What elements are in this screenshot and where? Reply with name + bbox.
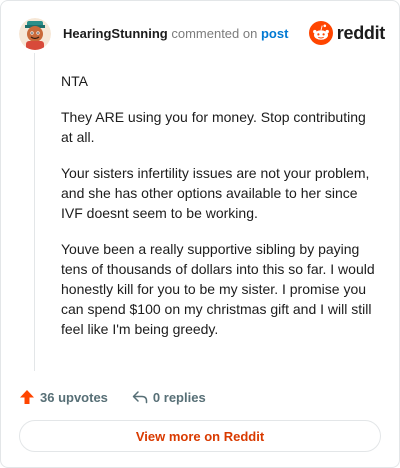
- upvote-arrow-icon: [20, 390, 34, 404]
- view-more-button[interactable]: View more on Reddit: [19, 420, 381, 452]
- reply-count: 0 replies: [152, 389, 206, 405]
- comment-header: HearingStunning commented on post reddit: [19, 15, 385, 51]
- byline-verb: commented on: [171, 26, 258, 41]
- reddit-logo[interactable]: reddit: [308, 20, 386, 46]
- reddit-wordmark: reddit: [336, 22, 386, 43]
- byline: HearingStunning commented on post: [63, 26, 288, 42]
- reply-arrow-icon: [132, 391, 148, 404]
- reddit-comment-embed: HearingStunning commented on post reddit…: [0, 0, 400, 468]
- comment-actions: 36 upvotes 0 replies: [19, 387, 206, 407]
- comment-paragraph: They ARE using you for money. Stop contr…: [61, 109, 366, 145]
- upvote-button[interactable]: 36 upvotes: [19, 389, 108, 405]
- comment-paragraph: NTA: [61, 73, 88, 89]
- username-link[interactable]: HearingStunning: [63, 26, 168, 41]
- comment-paragraph: Youve been a really supportive sibling b…: [61, 241, 375, 337]
- comment-paragraph: Your sisters infertility issues are not …: [61, 165, 370, 221]
- upvote-count: 36 upvotes: [40, 389, 108, 405]
- thread-line: [34, 53, 35, 371]
- avatar[interactable]: [19, 18, 51, 50]
- comment-body: NTA They ARE using you for money. Stop c…: [61, 71, 381, 355]
- reddit-logo-icon: [308, 21, 333, 45]
- snoo-avatar-icon: [19, 18, 51, 50]
- replies-button[interactable]: 0 replies: [132, 389, 206, 405]
- post-link[interactable]: post: [261, 26, 288, 41]
